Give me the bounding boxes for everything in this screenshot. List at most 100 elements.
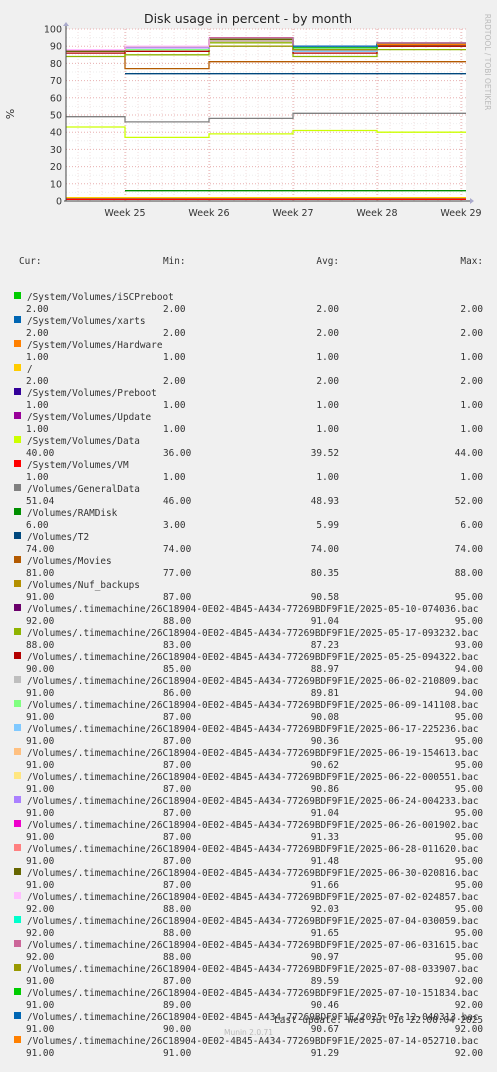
legend-min-value: 1.00	[163, 472, 186, 483]
y-tick-label: 40	[50, 128, 62, 139]
legend-swatch	[14, 700, 21, 707]
legend-avg-value: 39.52	[310, 448, 339, 459]
legend-values: 92.00 88.00 90.97 95.00	[0, 952, 497, 964]
legend-cur-value: 51.04	[26, 496, 55, 507]
legend-series-name: /Volumes/.timemachine/26C18904-0E02-4B45…	[27, 628, 479, 639]
legend-values: 91.00 87.00 90.08 95.00	[0, 712, 497, 724]
legend-item: /Volumes/.timemachine/26C18904-0E02-4B45…	[0, 940, 497, 952]
legend-cur-value: 91.00	[26, 688, 55, 699]
legend-cur-value: 40.00	[26, 448, 55, 459]
legend-cur-value: 91.00	[26, 832, 55, 843]
legend-item: /Volumes/T2	[0, 532, 497, 544]
legend: Cur: Min: Avg: Max: /System/Volumes/iSCP…	[0, 232, 497, 1072]
legend-item: /Volumes/.timemachine/26C18904-0E02-4B45…	[0, 820, 497, 832]
legend-values: 1.00 1.00 1.00 1.00	[0, 400, 497, 412]
legend-cur-value: 91.00	[26, 976, 55, 987]
legend-avg-value: 2.00	[316, 304, 339, 315]
legend-item: /Volumes/.timemachine/26C18904-0E02-4B45…	[0, 964, 497, 976]
legend-values: 2.00 2.00 2.00 2.00	[0, 376, 497, 388]
legend-cur-value: 1.00	[26, 424, 49, 435]
legend-avg-value: 91.48	[310, 856, 339, 867]
legend-swatch	[14, 820, 21, 827]
y-tick-label: 70	[50, 76, 62, 87]
legend-avg-value: 1.00	[316, 400, 339, 411]
chart-title: Disk usage in percent - by month	[144, 11, 352, 26]
legend-item: /Volumes/.timemachine/26C18904-0E02-4B45…	[0, 724, 497, 736]
legend-item: /System/Volumes/xarts	[0, 316, 497, 328]
legend-max-value: 95.00	[454, 592, 483, 603]
legend-values: 91.00 87.00 90.36 95.00	[0, 736, 497, 748]
legend-cur-value: 91.00	[26, 856, 55, 867]
legend-max-value: 95.00	[454, 616, 483, 627]
legend-swatch	[14, 604, 21, 611]
legend-max-value: 2.00	[460, 304, 483, 315]
legend-values: 51.04 46.00 48.93 52.00	[0, 496, 497, 508]
legend-cur-value: 91.00	[26, 1048, 55, 1059]
legend-max-value: 94.00	[454, 688, 483, 699]
legend-avg-value: 48.93	[310, 496, 339, 507]
legend-values: 1.00 1.00 1.00 1.00	[0, 472, 497, 484]
legend-min-value: 86.00	[163, 688, 192, 699]
legend-avg-value: 5.99	[316, 520, 339, 531]
legend-item: /Volumes/.timemachine/26C18904-0E02-4B45…	[0, 748, 497, 760]
legend-cur-value: 91.00	[26, 592, 55, 603]
legend-max-value: 6.00	[460, 520, 483, 531]
chart: Disk usage in percent - by month % RRDTO…	[4, 11, 492, 219]
y-axis-arrow	[63, 22, 69, 26]
legend-min-value: 1.00	[163, 424, 186, 435]
legend-max-value: 92.00	[454, 976, 483, 987]
legend-series-name: /System/Volumes/Preboot	[27, 388, 157, 399]
legend-item: /Volumes/.timemachine/26C18904-0E02-4B45…	[0, 676, 497, 688]
legend-min-value: 88.00	[163, 616, 192, 627]
y-tick-label: 80	[50, 59, 62, 70]
legend-item: /Volumes/RAMDisk	[0, 508, 497, 520]
legend-swatch	[14, 292, 21, 299]
legend-cur-value: 91.00	[26, 760, 55, 771]
legend-swatch	[14, 316, 21, 323]
legend-avg-value: 90.58	[310, 592, 339, 603]
legend-series-name: /System/Volumes/VM	[27, 460, 129, 471]
legend-max-value: 2.00	[460, 328, 483, 339]
legend-values: 88.00 83.00 87.23 93.00	[0, 640, 497, 652]
legend-swatch	[14, 460, 21, 467]
legend-min-value: 87.00	[163, 880, 192, 891]
legend-min-value: 1.00	[163, 352, 186, 363]
legend-values: 91.00 89.00 90.46 92.00	[0, 1000, 497, 1012]
legend-max-value: 95.00	[454, 928, 483, 939]
legend-item: /Volumes/.timemachine/26C18904-0E02-4B45…	[0, 796, 497, 808]
legend-min-value: 36.00	[163, 448, 192, 459]
legend-item: /Volumes/GeneralData	[0, 484, 497, 496]
legend-min-value: 77.00	[163, 568, 192, 579]
legend-cur-value: 2.00	[26, 304, 49, 315]
legend-cur-value: 81.00	[26, 568, 55, 579]
legend-min-value: 2.00	[163, 304, 186, 315]
legend-swatch	[14, 868, 21, 875]
legend-swatch	[14, 412, 21, 419]
legend-max-value: 95.00	[454, 832, 483, 843]
legend-max-value: 52.00	[454, 496, 483, 507]
x-ticks: Week 25 Week 26 Week 27 Week 28 Week 29	[104, 208, 481, 219]
legend-values: 91.00 87.00 90.86 95.00	[0, 784, 497, 796]
legend-max-value: 94.00	[454, 664, 483, 675]
legend-series-name: /Volumes/.timemachine/26C18904-0E02-4B45…	[27, 844, 479, 855]
legend-series-name: /Volumes/Movies	[27, 556, 112, 567]
legend-swatch	[14, 940, 21, 947]
legend-swatch	[14, 484, 21, 491]
legend-min-value: 46.00	[163, 496, 192, 507]
legend-item: /Volumes/Nuf_backups	[0, 580, 497, 592]
legend-avg-value: 90.86	[310, 784, 339, 795]
legend-min-value: 85.00	[163, 664, 192, 675]
legend-avg-value: 91.29	[310, 1048, 339, 1059]
legend-avg-value: 80.35	[310, 568, 339, 579]
legend-min-value: 88.00	[163, 952, 192, 963]
legend-swatch	[14, 796, 21, 803]
legend-values: 1.00 1.00 1.00 1.00	[0, 424, 497, 436]
y-tick-label: 60	[50, 93, 62, 104]
legend-swatch	[14, 724, 21, 731]
legend-swatch	[14, 772, 21, 779]
legend-header-avg: Avg:	[316, 256, 339, 267]
legend-cur-value: 1.00	[26, 472, 49, 483]
legend-series-name: /	[27, 364, 33, 375]
legend-item: /	[0, 364, 497, 376]
legend-avg-value: 91.65	[310, 928, 339, 939]
